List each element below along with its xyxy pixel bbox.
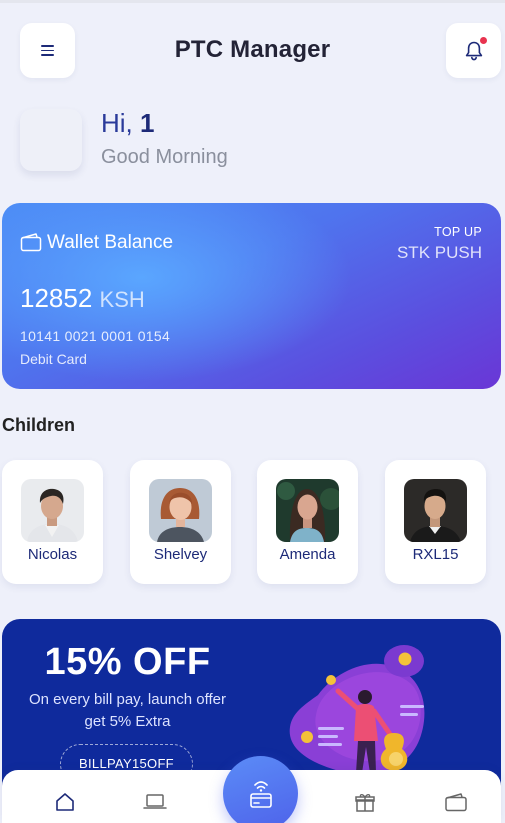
topup-label[interactable]: TOP UP	[434, 225, 482, 239]
pay-fab-button[interactable]	[223, 756, 298, 823]
user-avatar[interactable]	[20, 109, 82, 171]
child-photo	[404, 479, 467, 542]
child-photo	[21, 479, 84, 542]
gift-icon[interactable]	[354, 792, 376, 812]
child-name: Amenda	[279, 546, 336, 563]
notification-dot	[480, 37, 487, 44]
child-photo	[149, 479, 212, 542]
balance-currency: KSH	[99, 287, 145, 312]
child-card[interactable]: Shelvey	[130, 460, 231, 584]
child-name: Nicolas	[27, 546, 78, 563]
greeting-subtitle: Good Morning	[101, 146, 228, 168]
greeting-hi: Hi,	[101, 108, 133, 138]
child-card[interactable]: Amenda	[257, 460, 358, 584]
card-type: Debit Card	[20, 351, 87, 367]
wallet-balance: 12852 KSH	[20, 283, 145, 314]
laptop-icon[interactable]	[143, 792, 167, 810]
promo-description: On every bill pay, launch offer get 5% E…	[2, 689, 253, 733]
user-name: 1	[140, 108, 155, 138]
promo-line-2: get 5% Extra	[84, 713, 171, 730]
promo-line-1: On every bill pay, launch offer	[28, 691, 227, 708]
children-section-title: Children	[2, 415, 76, 435]
top-divider	[0, 0, 505, 3]
child-name: RXL15	[412, 546, 459, 563]
home-icon[interactable]	[54, 792, 76, 812]
card-number: 10141 0021 0001 0154	[20, 328, 171, 344]
wallet-icon[interactable]	[444, 792, 468, 812]
child-card[interactable]: Nicolas	[2, 460, 103, 584]
stk-push-button[interactable]: STK PUSH	[397, 243, 482, 263]
balance-amount: 12852	[20, 283, 93, 313]
child-name: Shelvey	[153, 546, 208, 563]
wallet-card[interactable]: Wallet Balance TOP UP STK PUSH 12852 KSH…	[2, 203, 501, 389]
contactless-card-icon	[249, 780, 272, 808]
greeting-text: Hi, 1	[101, 108, 154, 139]
child-card[interactable]: RXL15	[385, 460, 486, 584]
wallet-balance-label: Wallet Balance	[47, 232, 174, 253]
app-title: PTC Manager	[174, 36, 331, 63]
notifications-button[interactable]	[446, 23, 501, 78]
wallet-outline-icon	[20, 233, 42, 252]
promo-title: 15% OFF	[44, 641, 211, 683]
child-photo	[276, 479, 339, 542]
